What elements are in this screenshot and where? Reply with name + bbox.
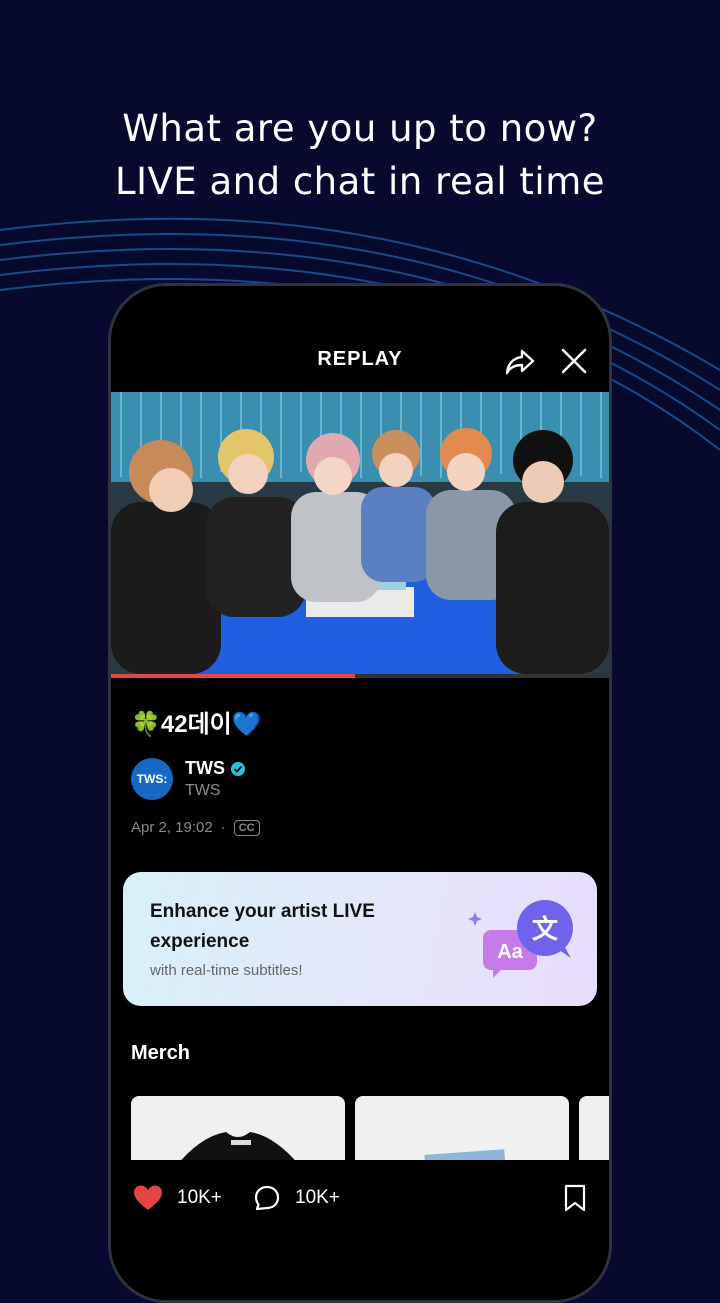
subtitle-promo-banner[interactable]: Enhance your artist LIVE experience with… bbox=[123, 872, 597, 1006]
artist-name: TWS bbox=[185, 758, 225, 778]
translate-icon-latin: Aa bbox=[497, 941, 523, 963]
bookmark-icon[interactable] bbox=[563, 1184, 587, 1212]
cc-badge: CC bbox=[233, 819, 260, 836]
artist-avatar[interactable]: TWS: bbox=[131, 758, 173, 800]
video-player[interactable] bbox=[111, 392, 609, 674]
translate-icon: Aa 文 bbox=[468, 900, 573, 978]
phone-frame: REPLAY 🍀42데이💙 TWS: TWS TWS Apr 2, 19:02 … bbox=[108, 283, 612, 1303]
engagement-bar: 10K+ 10K+ bbox=[111, 1160, 609, 1300]
like-count: 10K+ bbox=[177, 1187, 222, 1208]
merch-section-title: Merch bbox=[131, 1042, 190, 1064]
player-top-bar: REPLAY bbox=[111, 286, 609, 392]
headline-line-1: What are you up to now? bbox=[122, 107, 598, 150]
avatar-logo-text: TWS: bbox=[136, 772, 168, 786]
video-title: 🍀42데이💙 bbox=[131, 711, 262, 738]
meta-separator: · bbox=[220, 819, 226, 836]
artist-handle: TWS bbox=[185, 782, 221, 799]
close-icon[interactable] bbox=[557, 344, 591, 378]
verified-badge-icon bbox=[231, 761, 245, 776]
promo-headline: What are you up to now? LIVE and chat in… bbox=[0, 102, 720, 208]
comment-count: 10K+ bbox=[295, 1187, 340, 1208]
promo-subtitle: with real-time subtitles! bbox=[150, 962, 303, 979]
heart-icon[interactable] bbox=[133, 1184, 163, 1212]
promo-title: Enhance your artist LIVE experience bbox=[150, 901, 375, 952]
video-meta: Apr 2, 19:02 · CC bbox=[131, 819, 260, 836]
playback-progress-bar[interactable] bbox=[111, 674, 609, 678]
video-frame-image bbox=[111, 392, 609, 674]
artist-name-row[interactable]: TWS bbox=[185, 758, 246, 779]
share-icon[interactable] bbox=[503, 344, 537, 378]
translate-icon-cjk: 文 bbox=[532, 914, 559, 945]
broadcast-date: Apr 2, 19:02 bbox=[131, 819, 213, 836]
playback-progress-fill bbox=[111, 674, 356, 678]
comment-icon[interactable] bbox=[253, 1184, 281, 1212]
